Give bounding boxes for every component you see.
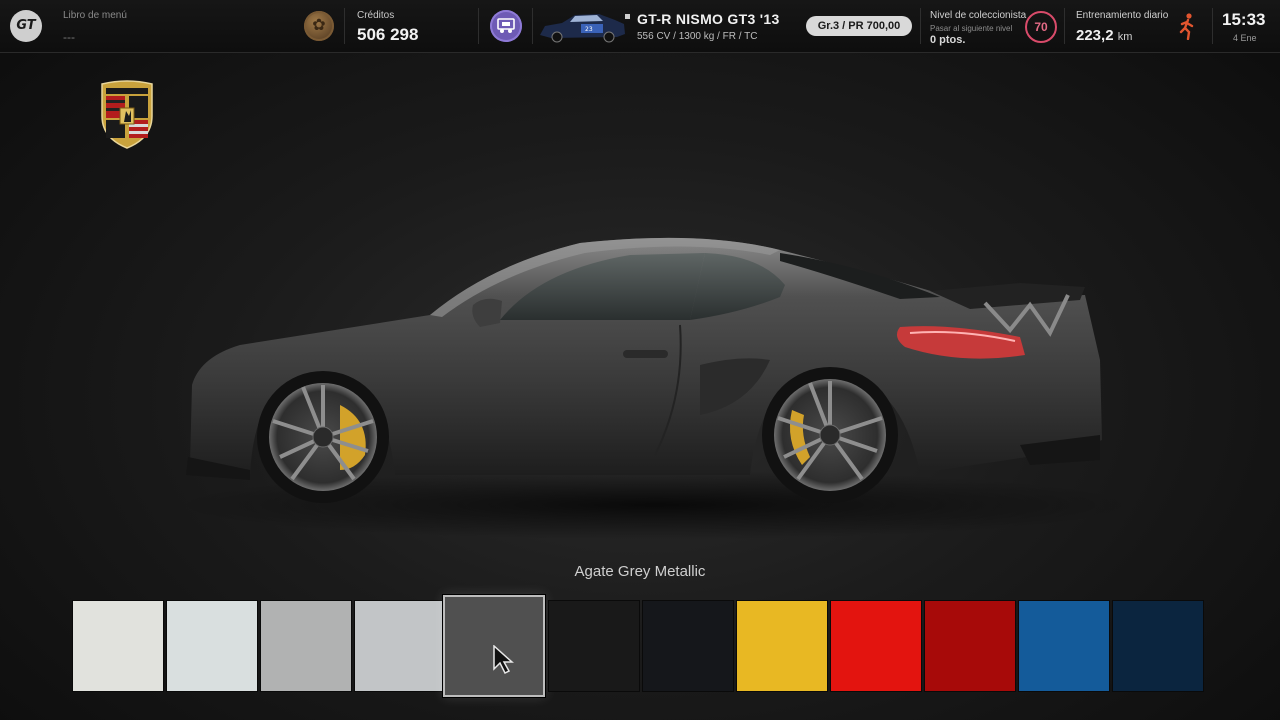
current-car-thumbnail[interactable]: 23 <box>537 10 627 44</box>
current-car-specs: 556 CV / 1300 kg / FR / TC <box>637 31 758 42</box>
clock-date: 4 Ene <box>1233 33 1257 43</box>
daily-training-label: Entrenamiento diario <box>1076 10 1169 21</box>
garage-icon[interactable] <box>490 10 522 42</box>
paint-swatch-9[interactable] <box>830 600 922 692</box>
paint-swatch-10[interactable] <box>924 600 1016 692</box>
collector-points: 0 ptos. <box>930 34 966 46</box>
menu-book-emblem-icon <box>304 11 334 41</box>
top-status-bar: GT Libro de menú --- Créditos 506 298 23… <box>0 0 1280 53</box>
clock-time: 15:33 <box>1222 10 1266 29</box>
paint-swatch-6[interactable] <box>548 600 640 692</box>
mouse-cursor-icon <box>493 645 514 675</box>
paint-swatch-2[interactable] <box>166 600 258 692</box>
porsche-crest-icon <box>101 80 153 149</box>
menu-book-value: --- <box>63 30 75 44</box>
svg-text:23: 23 <box>585 26 593 33</box>
credits-value: 506 298 <box>357 25 419 44</box>
car-preview-porsche-cayman-gt4[interactable] <box>180 225 1110 525</box>
collector-next-level-label: Pasar al siguiente nivel <box>930 24 1013 33</box>
paint-color-swatch-row <box>72 595 1208 697</box>
collector-level-badge: 70 <box>1025 11 1057 43</box>
paint-swatch-8[interactable] <box>736 600 828 692</box>
performance-rating-badge: Gr.3 / PR 700,00 <box>806 16 912 36</box>
paint-swatch-4[interactable] <box>354 600 446 692</box>
gran-turismo-logo-icon[interactable]: GT <box>10 10 42 42</box>
car-indicator-dot <box>625 14 630 19</box>
paint-swatch-1[interactable] <box>72 600 164 692</box>
paint-swatch-7[interactable] <box>642 600 734 692</box>
paint-swatch-11[interactable] <box>1018 600 1110 692</box>
daily-training-value: 223,2 km <box>1076 27 1133 44</box>
rear-wheel <box>762 367 898 503</box>
current-car-name: GT-R NISMO GT3 '13 <box>637 11 780 27</box>
paint-swatch-12[interactable] <box>1112 600 1204 692</box>
credits-label: Créditos <box>357 10 395 21</box>
front-wheel <box>257 371 389 503</box>
menu-book-label: Libro de menú <box>63 10 127 21</box>
runner-icon <box>1179 13 1194 40</box>
selected-paint-color-name: Agate Grey Metallic <box>574 563 706 580</box>
paint-swatch-3[interactable] <box>260 600 352 692</box>
collector-level-label: Nivel de coleccionista <box>930 10 1027 21</box>
daily-training-unit: km <box>1117 31 1133 43</box>
